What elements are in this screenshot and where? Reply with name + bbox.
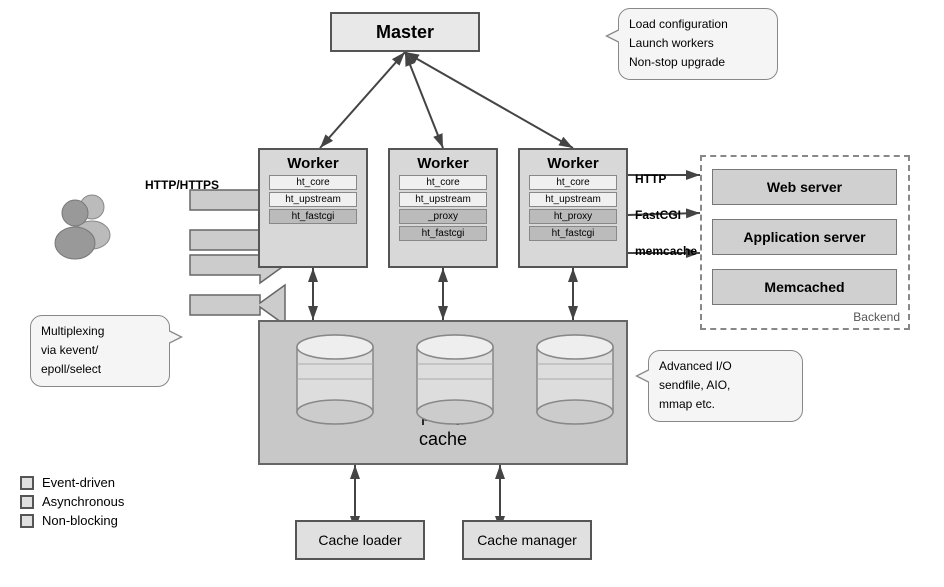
legend: Event-driven Asynchronous Non-blocking — [20, 475, 124, 532]
worker3-module-fastcgi: ht_fastcgi — [529, 226, 617, 241]
cache-loader-label: Cache loader — [318, 532, 401, 548]
cache-loader-box: Cache loader — [295, 520, 425, 560]
worker2-module-fastcgi: ht_fastcgi — [399, 226, 487, 241]
legend-label-nonblock: Non-blocking — [42, 513, 118, 528]
users-icon — [40, 185, 120, 265]
legend-item-async: Asynchronous — [20, 494, 124, 509]
backend-label: Backend — [853, 310, 900, 324]
worker2-module-upstream: ht_upstream — [399, 192, 487, 207]
diagram-container: HTTP/HTTPS Master Load configurationLaun… — [0, 0, 944, 587]
worker3-title: Worker — [547, 152, 598, 174]
backend-memcached: Memcached — [712, 269, 897, 305]
worker2-module-proxy: _proxy — [399, 209, 487, 224]
callout-config: Load configurationLaunch workersNon-stop… — [618, 8, 778, 80]
cache-manager-label: Cache manager — [477, 532, 577, 548]
fastcgi-label: FastCGI — [635, 208, 681, 222]
legend-item-event: Event-driven — [20, 475, 124, 490]
master-label: Master — [376, 22, 434, 43]
db-cylinders — [275, 327, 615, 457]
worker3-module-proxy: ht_proxy — [529, 209, 617, 224]
worker-2: Worker ht_core ht_upstream _proxy ht_fas… — [388, 148, 498, 268]
callout-config-text: Load configurationLaunch workersNon-stop… — [629, 17, 728, 69]
legend-square-nonblock — [20, 514, 34, 528]
worker2-title: Worker — [417, 152, 468, 174]
legend-label-event: Event-driven — [42, 475, 115, 490]
cache-manager-box: Cache manager — [462, 520, 592, 560]
worker1-title: Worker — [287, 152, 338, 174]
legend-square-async — [20, 495, 34, 509]
worker-1: Worker ht_core ht_upstream ht_fastcgi — [258, 148, 368, 268]
worker-3: Worker ht_core ht_upstream ht_proxy ht_f… — [518, 148, 628, 268]
worker1-module-core: ht_core — [269, 175, 357, 190]
legend-item-nonblock: Non-blocking — [20, 513, 124, 528]
http-label: HTTP — [635, 172, 666, 186]
callout-mux: Multiplexingvia kevent/epoll/select — [30, 315, 170, 387]
worker2-module-core: ht_core — [399, 175, 487, 190]
callout-aio-text: Advanced I/Osendfile, AIO,mmap etc. — [659, 359, 732, 411]
http-https-label: HTTP/HTTPS — [145, 178, 219, 192]
proxy-cache-box: proxycache — [258, 320, 628, 465]
worker1-module-fastcgi: ht_fastcgi — [269, 209, 357, 224]
legend-square-event — [20, 476, 34, 490]
worker3-module-core: ht_core — [529, 175, 617, 190]
backend-box: Web server Application server Memcached … — [700, 155, 910, 330]
backend-webserver: Web server — [712, 169, 897, 205]
backend-appserver: Application server — [712, 219, 897, 255]
callout-mux-text: Multiplexingvia kevent/epoll/select — [41, 324, 104, 376]
master-box: Master — [330, 12, 480, 52]
worker3-module-upstream: ht_upstream — [529, 192, 617, 207]
worker1-module-upstream: ht_upstream — [269, 192, 357, 207]
callout-aio: Advanced I/Osendfile, AIO,mmap etc. — [648, 350, 803, 422]
legend-label-async: Asynchronous — [42, 494, 124, 509]
memcache-label: memcache — [635, 244, 697, 258]
